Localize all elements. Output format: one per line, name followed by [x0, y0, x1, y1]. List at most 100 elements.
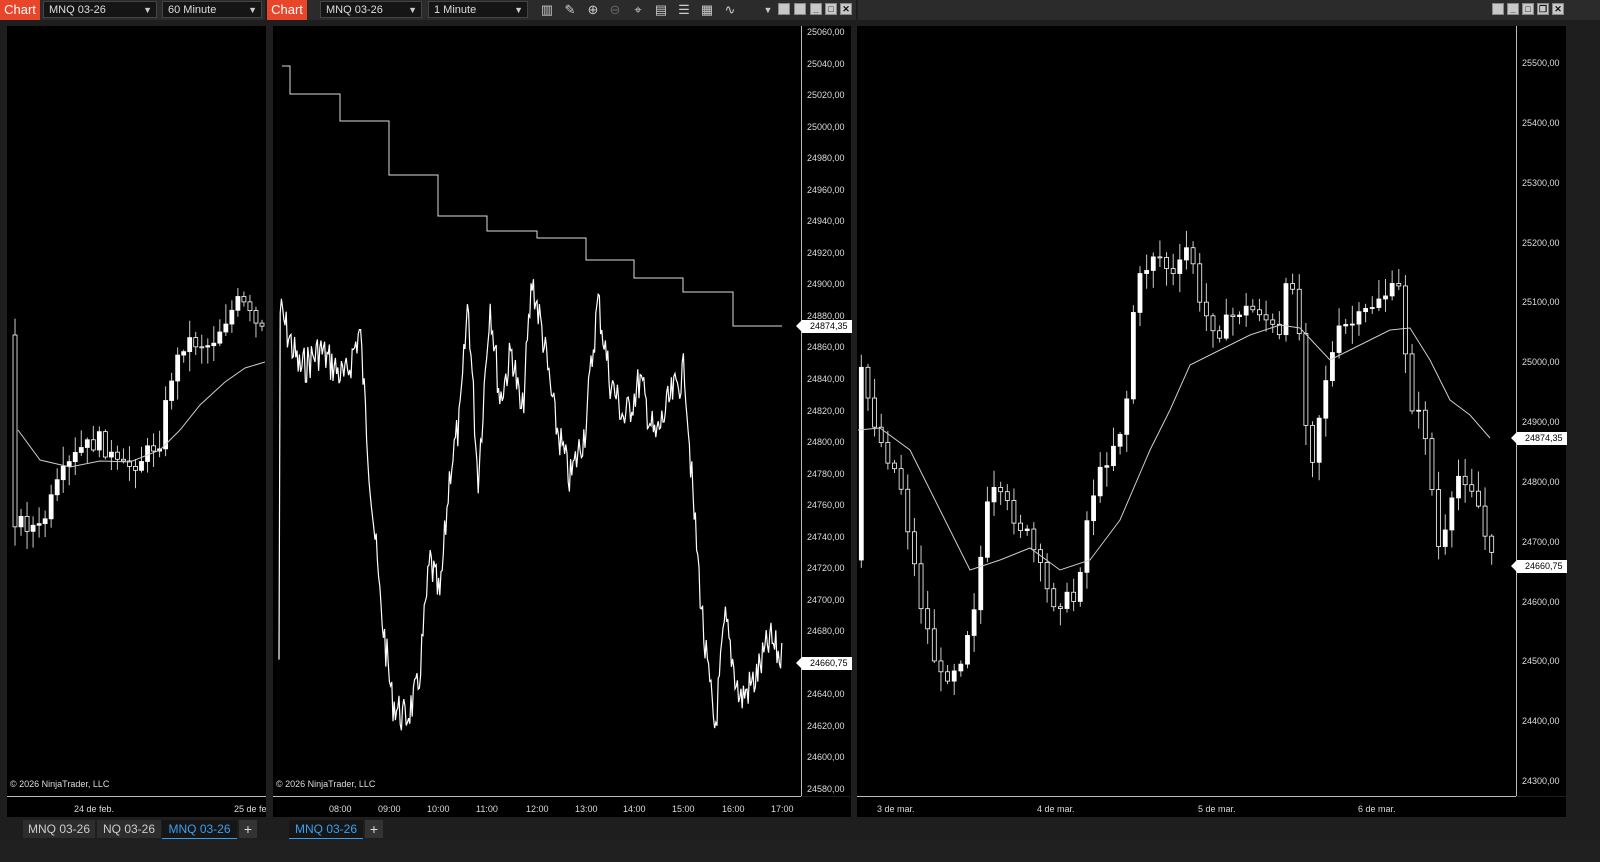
right-candle [1230, 314, 1236, 317]
left-x-label: 24 de feb. [74, 804, 115, 814]
right-candle [1429, 438, 1435, 491]
middle-copyright: © 2026 NinjaTrader, LLC [276, 779, 376, 789]
middle-x-label: 11:00 [476, 804, 498, 814]
middle-y-label: 24860,00 [807, 342, 845, 353]
left-candle [235, 296, 241, 311]
right-candle [1071, 591, 1077, 602]
right-candle [1223, 314, 1229, 339]
left-candle [54, 479, 60, 496]
right-candle [1283, 283, 1289, 336]
right-candle [1144, 270, 1150, 274]
middle-x-label: 15:00 [672, 804, 695, 814]
left-candle [199, 346, 205, 349]
right-candle [1031, 528, 1037, 551]
left-candle [175, 354, 181, 382]
tab-mnq-middle[interactable]: MNQ 03-26 [289, 820, 363, 839]
right-candle [858, 366, 864, 561]
right-x-label: 6 de mar. [1358, 804, 1396, 814]
right-candle [1197, 263, 1203, 303]
right-candle [958, 663, 964, 672]
middle-y-label: 24600,00 [807, 752, 845, 763]
right-candle [1064, 591, 1070, 609]
right-candle [1316, 417, 1322, 463]
left-candle [169, 380, 175, 401]
add-tab-button[interactable]: + [365, 820, 383, 838]
right-candle [1336, 325, 1342, 353]
chart-drawing [12, 65, 1495, 731]
right-candle [1004, 491, 1010, 501]
right-candle [1184, 247, 1189, 261]
right-candle [1296, 288, 1302, 335]
right-candle [1369, 307, 1375, 309]
left-candle [247, 301, 253, 311]
left-candle [108, 451, 114, 458]
right-candle [1097, 466, 1103, 497]
right-candle [1044, 562, 1050, 590]
middle-y-label: 24680,00 [807, 626, 845, 637]
right-y-label: 24300,00 [1522, 776, 1560, 786]
right-candle [1210, 315, 1216, 332]
left-candle [42, 518, 48, 525]
right-candle [945, 671, 950, 682]
right-candle [984, 501, 990, 558]
right-candle [1343, 324, 1349, 327]
right-candle [1436, 489, 1441, 547]
right-candle [1203, 301, 1209, 317]
right-candle [1482, 505, 1488, 537]
right-candle [925, 608, 931, 630]
right-candle [1111, 445, 1116, 467]
right-candle [1356, 311, 1362, 325]
middle-y-label: 24960,00 [807, 184, 845, 195]
right-candle [1422, 409, 1428, 440]
middle-y-label: 24640,00 [807, 689, 845, 700]
middle-y-label: 25040,00 [807, 58, 845, 69]
middle-y-label: 24760,00 [807, 500, 845, 511]
left-candle [187, 337, 193, 353]
right-candle [1091, 495, 1096, 522]
left-candle [253, 310, 259, 324]
right-candle [938, 660, 944, 673]
right-y-label: 24800,00 [1522, 476, 1560, 487]
right-x-label: 3 de mar. [877, 804, 915, 814]
right-candle [1330, 352, 1335, 381]
right-candle [1051, 588, 1057, 608]
right-candle [1290, 283, 1296, 290]
right-candle [1270, 319, 1276, 325]
left-candle [181, 351, 187, 356]
middle-y-label: 24740,00 [807, 531, 845, 542]
left-candle [193, 337, 199, 348]
right-y-label: 25500,00 [1522, 58, 1560, 68]
middle-x-label: 09:00 [378, 804, 401, 814]
left-candle [24, 515, 30, 532]
right-candle [1150, 256, 1156, 271]
middle-x-label: 17:00 [771, 804, 794, 814]
left-candle [139, 461, 144, 471]
left-candle [84, 439, 90, 448]
tab-mnq-2[interactable]: MNQ 03-26 [162, 820, 237, 839]
middle-x-label: 14:00 [623, 804, 646, 814]
right-candle [1164, 257, 1169, 269]
middle-y-label: 24580,00 [807, 784, 845, 794]
right-y-label: 25300,00 [1522, 177, 1560, 188]
right-candle [1250, 305, 1256, 311]
right-price-tag-current: 24660,75 [1511, 560, 1567, 573]
right-candle [1130, 312, 1136, 400]
right-candle [1349, 323, 1355, 326]
right-candle [965, 635, 970, 665]
tab-mnq-1[interactable]: MNQ 03-26 [23, 820, 95, 838]
right-candle [1376, 298, 1382, 308]
tab-nq[interactable]: NQ 03-26 [97, 820, 161, 838]
right-candle [1018, 522, 1023, 531]
right-y-label: 24400,00 [1522, 716, 1560, 727]
right-candle [1057, 606, 1063, 609]
middle-y-label: 25020,00 [807, 90, 845, 101]
left-candle [36, 523, 42, 526]
add-tab-button[interactable]: + [239, 820, 257, 838]
right-candle [951, 670, 957, 682]
right-y-label: 24500,00 [1522, 656, 1560, 667]
right-candle [1389, 283, 1395, 297]
right-candle [931, 628, 937, 662]
middle-x-label: 10:00 [427, 804, 450, 814]
right-candle [1383, 295, 1388, 300]
middle-y-label: 24620,00 [807, 720, 845, 731]
